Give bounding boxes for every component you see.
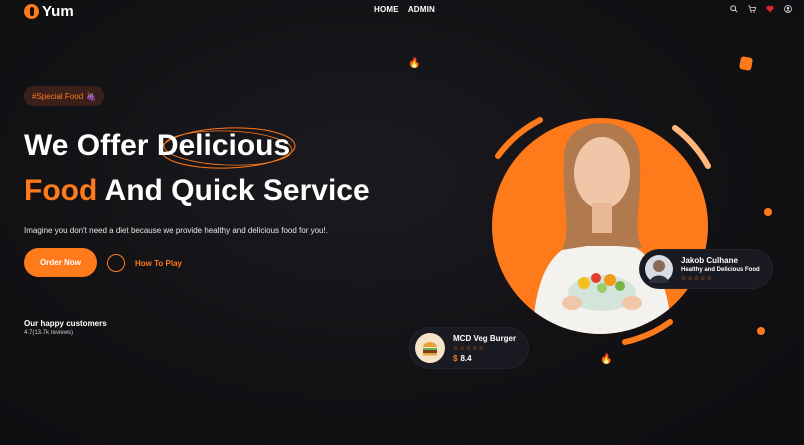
hero-description: Imagine you don't need a diet because we… [24, 226, 328, 235]
nav-home[interactable]: HOME [374, 5, 399, 14]
logo-text: Yum [42, 3, 74, 20]
how-to-play-label[interactable]: How To Play [135, 259, 182, 268]
price-value: 8.4 [460, 353, 472, 363]
product-name: MCD Veg Burger [453, 333, 517, 343]
rating-stars: ☆☆☆☆☆ [453, 345, 485, 352]
header-icons [730, 5, 792, 13]
fire-icon: 🔥 [408, 58, 421, 69]
reviewer-name: Jakob Culhane [681, 256, 738, 265]
how-to-play-link[interactable]: How To Play [107, 254, 182, 272]
user-icon[interactable] [784, 5, 792, 13]
product-card[interactable]: MCD Veg Burger ☆☆☆☆☆ $8.4 [410, 328, 528, 368]
hero-title-rest: And Quick Service [97, 174, 370, 207]
happy-customers-title: Our happy customers [24, 319, 107, 328]
decor-square [738, 56, 754, 71]
reviews-count: 4.7(13.7k reviews) [24, 330, 74, 336]
order-now-button[interactable]: Order Now [24, 248, 97, 277]
hero-title-food: Food [24, 174, 98, 207]
hero-title-highlight: Delicious [156, 129, 291, 162]
special-food-badge: #Special Food 🍇 [24, 86, 105, 106]
cart-icon[interactable] [748, 5, 756, 13]
hero-title-text: We Offer [24, 129, 157, 162]
product-price: $8.4 [453, 354, 516, 363]
logo[interactable]: Yum [24, 3, 74, 20]
search-icon[interactable] [730, 5, 738, 13]
rating-stars: ☆☆☆☆☆ [681, 276, 713, 282]
main-nav: HOME ADMIN [374, 5, 435, 14]
happy-customers: Our happy customers 4.7(13.7k reviews) [24, 319, 107, 336]
decor-dot [764, 208, 772, 216]
fire-icon: 🔥 [600, 354, 613, 365]
hero-title-line1: We Offer Delicious [24, 128, 290, 164]
play-icon[interactable] [107, 254, 125, 272]
logo-icon [24, 4, 39, 19]
nav-admin[interactable]: ADMIN [408, 5, 435, 14]
grape-icon: 🍇 [86, 91, 97, 101]
reviewer-card[interactable]: Jakob Culhane Healthy and Delicious Food… [640, 250, 772, 288]
burger-icon [415, 333, 445, 363]
heart-icon[interactable] [766, 5, 774, 13]
reviewer-subtitle: Healthy and Delicious Food [681, 267, 760, 273]
hero-title-line2: Food And Quick Service [24, 173, 370, 209]
badge-label: #Special Food [32, 91, 84, 101]
avatar [645, 255, 673, 283]
woman-with-salad-image [532, 123, 672, 334]
hero-image-circle [492, 118, 708, 334]
currency-symbol: $ [453, 353, 458, 363]
decor-dot [757, 327, 765, 335]
